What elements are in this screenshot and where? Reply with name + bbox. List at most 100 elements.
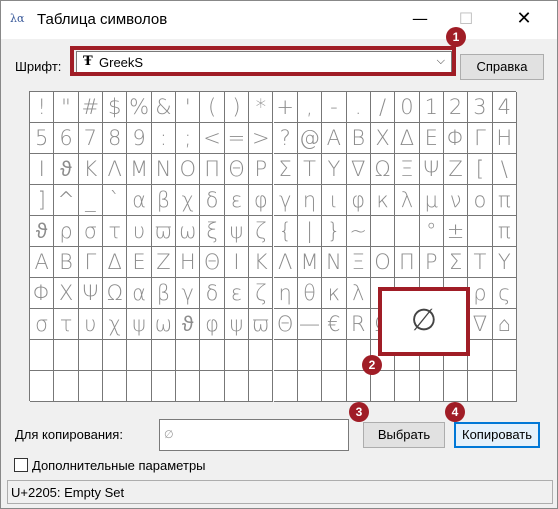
char-cell[interactable] <box>249 340 274 371</box>
char-cell[interactable]: _ <box>78 185 104 216</box>
char-cell[interactable]: κ <box>370 185 396 216</box>
close-button[interactable]: ✕ <box>501 1 547 37</box>
char-cell[interactable]: ψ <box>224 216 250 247</box>
char-cell[interactable]: ∇ <box>346 154 371 185</box>
char-cell[interactable]: - <box>322 92 347 123</box>
char-cell[interactable]: $ <box>103 92 128 123</box>
char-cell[interactable]: [ <box>468 154 493 185</box>
char-cell[interactable]: η <box>297 185 323 216</box>
char-cell[interactable]: π <box>492 216 517 247</box>
char-cell[interactable]: 9 <box>127 123 152 154</box>
char-cell[interactable]: π <box>492 185 517 216</box>
char-cell[interactable]: } <box>322 216 347 247</box>
char-cell[interactable]: < <box>200 123 225 154</box>
char-cell[interactable]: λ <box>395 185 420 216</box>
char-cell[interactable]: A <box>322 123 347 154</box>
char-cell[interactable] <box>322 371 347 402</box>
char-cell[interactable]: ς <box>492 278 517 309</box>
char-cell[interactable] <box>468 216 493 247</box>
char-cell[interactable]: θ <box>297 278 323 309</box>
char-cell[interactable]: λ <box>346 278 371 309</box>
char-cell[interactable]: Γ <box>468 123 493 154</box>
char-cell[interactable]: Z <box>443 154 469 185</box>
char-cell[interactable]: Λ <box>103 154 128 185</box>
char-cell[interactable]: ψ <box>127 309 152 340</box>
char-cell[interactable]: ϑ <box>54 154 79 185</box>
char-cell[interactable]: O <box>176 154 201 185</box>
char-cell[interactable]: φ <box>346 185 371 216</box>
char-cell[interactable]: Φ <box>30 278 55 309</box>
char-cell[interactable] <box>297 371 323 402</box>
char-cell[interactable] <box>346 371 371 402</box>
char-cell[interactable]: ? <box>273 123 298 154</box>
char-cell[interactable]: ⌂ <box>492 309 517 340</box>
char-cell[interactable] <box>395 216 420 247</box>
char-cell[interactable]: = <box>224 123 250 154</box>
char-cell[interactable] <box>297 340 323 371</box>
char-cell[interactable]: ` <box>103 185 128 216</box>
char-cell[interactable]: H <box>176 247 201 278</box>
char-cell[interactable]: " <box>54 92 79 123</box>
char-cell[interactable]: Δ <box>103 247 128 278</box>
char-cell[interactable]: β <box>151 278 177 309</box>
char-cell[interactable]: X <box>370 123 396 154</box>
char-cell[interactable]: 4 <box>492 92 517 123</box>
char-cell[interactable] <box>103 371 128 402</box>
char-cell[interactable] <box>200 371 225 402</box>
char-cell[interactable] <box>151 371 177 402</box>
char-cell[interactable]: I <box>224 247 250 278</box>
char-cell[interactable]: μ <box>419 185 444 216</box>
char-cell[interactable]: Z <box>151 247 177 278</box>
copy-button[interactable]: Копировать <box>454 422 540 448</box>
char-cell[interactable]: { <box>273 216 298 247</box>
char-cell[interactable]: 8 <box>103 123 128 154</box>
char-cell[interactable]: Ξ <box>395 154 420 185</box>
char-cell[interactable]: ] <box>30 185 55 216</box>
char-cell[interactable]: Π <box>200 154 225 185</box>
char-cell[interactable]: * <box>249 92 274 123</box>
char-cell[interactable]: Θ <box>273 309 298 340</box>
char-cell[interactable] <box>322 340 347 371</box>
char-cell[interactable]: ζ <box>249 278 274 309</box>
char-cell[interactable]: Ω <box>370 154 396 185</box>
char-cell[interactable]: N <box>151 154 177 185</box>
char-cell[interactable]: χ <box>103 309 128 340</box>
char-cell[interactable]: : <box>151 123 177 154</box>
char-cell[interactable]: ω <box>151 309 177 340</box>
char-cell[interactable] <box>176 340 201 371</box>
char-cell[interactable]: 6 <box>54 123 79 154</box>
char-cell[interactable] <box>370 216 396 247</box>
char-cell[interactable] <box>443 371 469 402</box>
char-cell[interactable]: σ <box>30 309 55 340</box>
char-cell[interactable]: Λ <box>273 247 298 278</box>
char-cell[interactable]: ∇ <box>468 309 493 340</box>
char-cell[interactable]: O <box>370 247 396 278</box>
char-cell[interactable] <box>78 340 104 371</box>
char-cell[interactable]: ξ <box>200 216 225 247</box>
char-cell[interactable]: ζ <box>249 216 274 247</box>
char-cell[interactable]: # <box>78 92 104 123</box>
char-cell[interactable]: I <box>30 154 55 185</box>
char-cell[interactable]: φ <box>249 185 274 216</box>
char-cell[interactable]: Υ <box>322 154 347 185</box>
char-cell[interactable]: R <box>346 309 371 340</box>
char-cell[interactable]: τ <box>103 216 128 247</box>
char-cell[interactable]: Γ <box>78 247 104 278</box>
char-cell[interactable]: Σ <box>273 154 298 185</box>
char-cell[interactable]: ϑ <box>30 216 55 247</box>
char-cell[interactable]: Φ <box>443 123 469 154</box>
char-cell[interactable]: γ <box>176 278 201 309</box>
char-cell[interactable] <box>273 340 298 371</box>
char-cell[interactable]: ο <box>468 185 493 216</box>
char-cell[interactable]: 5 <box>30 123 55 154</box>
char-cell[interactable] <box>492 340 517 371</box>
char-cell[interactable]: 7 <box>78 123 104 154</box>
char-cell[interactable]: Y <box>492 247 517 278</box>
char-cell[interactable] <box>395 371 420 402</box>
char-cell[interactable] <box>200 340 225 371</box>
char-cell[interactable]: ± <box>443 216 469 247</box>
char-cell[interactable]: \ <box>492 154 517 185</box>
char-cell[interactable]: . <box>346 92 371 123</box>
char-cell[interactable]: ρ <box>54 216 79 247</box>
char-cell[interactable]: Ψ <box>78 278 104 309</box>
